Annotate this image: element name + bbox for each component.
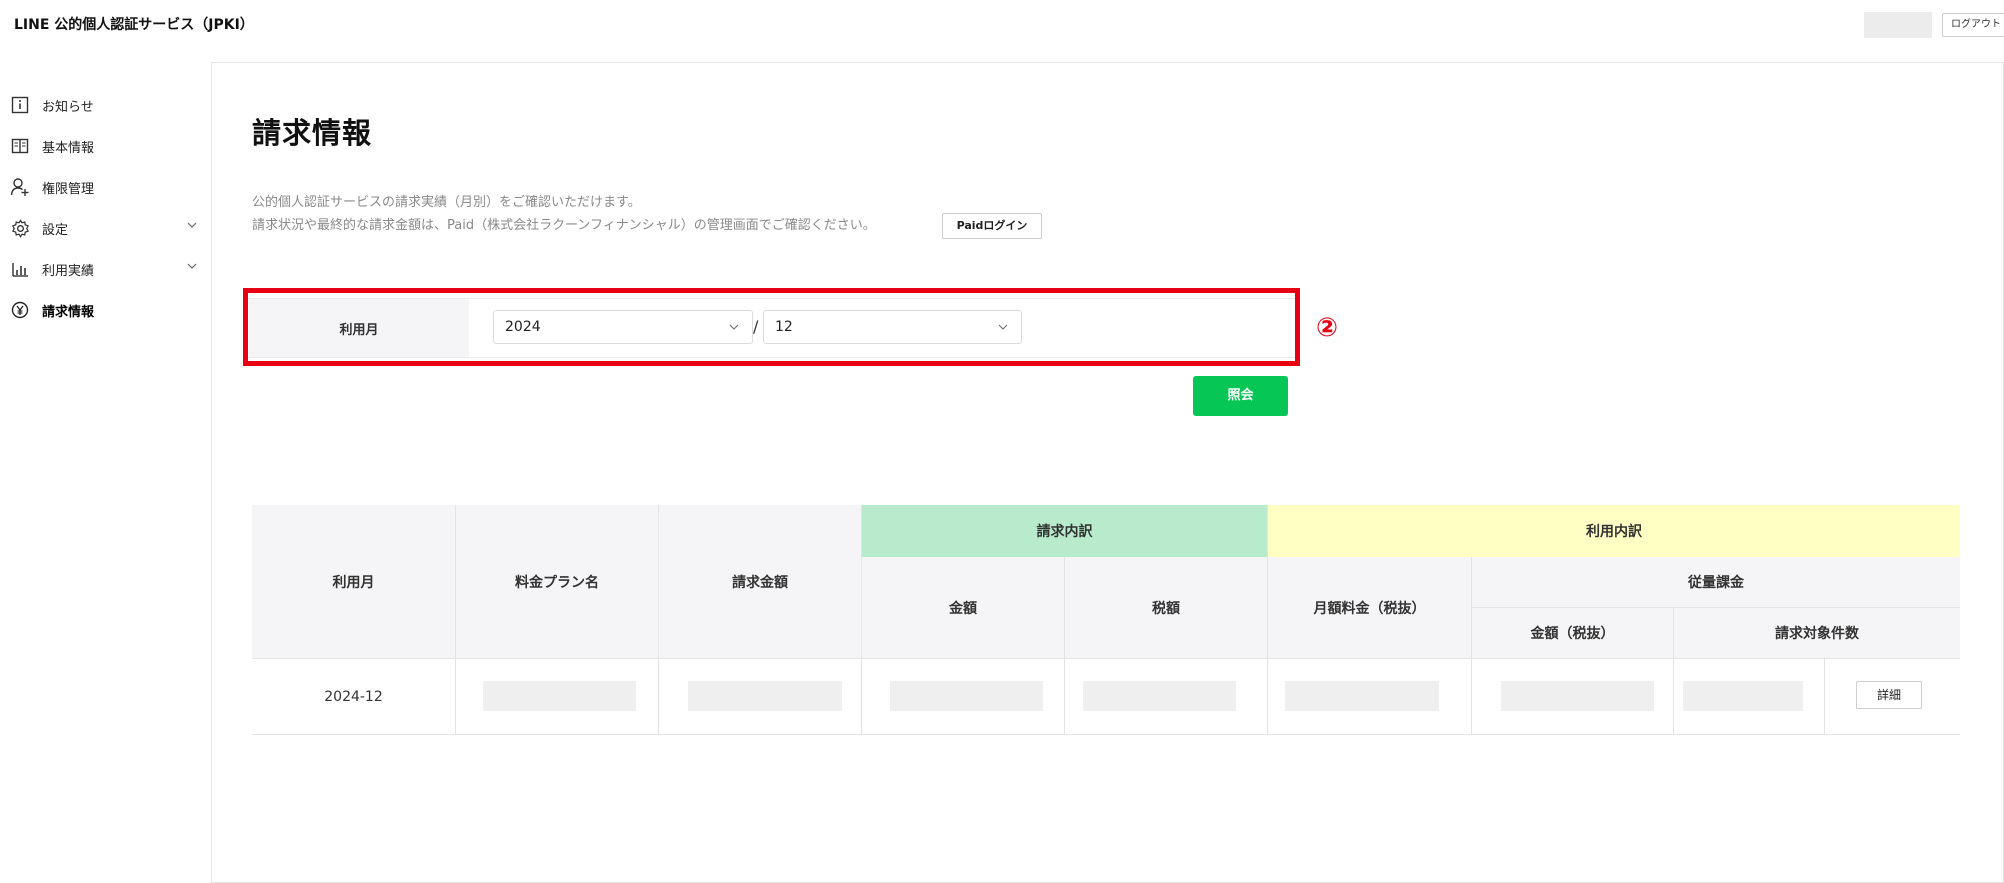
book-icon — [10, 136, 30, 156]
sidebar-item-label: 権限管理 — [42, 181, 95, 197]
sidebar-item-label: 基本情報 — [42, 140, 95, 156]
redacted-value — [483, 681, 636, 711]
th-billing-breakdown: 請求内訳 — [862, 505, 1268, 557]
th-monthly-fee: 月額料金（税抜） — [1268, 557, 1472, 659]
sidebar-item-billing[interactable]: 請求情報 — [10, 297, 200, 323]
th-usage-breakdown: 利用内訳 — [1268, 505, 1960, 557]
th-amount-excl-tax: 金額（税抜） — [1472, 608, 1674, 659]
th-usage-month: 利用月 — [252, 505, 456, 659]
redacted-value — [890, 681, 1043, 711]
sidebar-item-usage[interactable]: 利用実績 — [10, 256, 200, 282]
search-button[interactable]: 照会 — [1193, 376, 1288, 416]
sidebar-item-label: 請求情報 — [42, 304, 95, 320]
top-header: LINE 公的個人認証サービス（JPKI） ログアウト — [0, 0, 2004, 63]
sidebar-item-news[interactable]: お知らせ — [10, 92, 200, 118]
gear-icon — [10, 218, 30, 238]
page-title: 請求情報 — [252, 116, 373, 150]
th-amount: 金額 — [862, 557, 1065, 659]
sidebar-item-label: 利用実績 — [42, 263, 95, 279]
redacted-value — [688, 681, 842, 711]
paid-login-button[interactable]: Paidログイン — [942, 213, 1042, 239]
app-title: LINE 公的個人認証サービス（JPKI） — [14, 17, 254, 33]
th-metered-billing: 従量課金 — [1472, 557, 1960, 608]
th-billing-amount: 請求金額 — [659, 505, 862, 659]
info-icon — [10, 95, 30, 115]
annotation-number: ② — [1316, 313, 1339, 343]
description-line-2: 請求状況や最終的な請求金額は、Paid（株式会社ラクーンフィナンシャル）の管理画… — [252, 218, 876, 233]
user-account-placeholder[interactable] — [1864, 12, 1932, 38]
redacted-value — [1683, 681, 1803, 711]
detail-button[interactable]: 詳細 — [1856, 681, 1922, 709]
table-row-usage-month: 2024-12 — [252, 659, 456, 735]
sidebar: お知らせ 基本情報 権限管理 設定 利用実績 請求情報 — [0, 62, 212, 883]
sidebar-item-permissions[interactable]: 権限管理 — [10, 174, 200, 200]
bar-chart-icon — [10, 259, 30, 279]
chevron-down-icon — [186, 260, 198, 276]
th-tax: 税額 — [1065, 557, 1268, 659]
user-add-icon — [10, 177, 30, 197]
annotation-highlight-box — [243, 288, 1300, 366]
sidebar-item-label: お知らせ — [42, 99, 94, 115]
sidebar-item-basic-info[interactable]: 基本情報 — [10, 133, 200, 159]
chevron-down-icon — [186, 219, 198, 235]
yen-icon — [10, 300, 30, 320]
redacted-value — [1083, 681, 1236, 711]
redacted-value — [1285, 681, 1439, 711]
description-line-1: 公的個人認証サービスの請求実績（月別）をご確認いただけます。 — [252, 195, 641, 210]
sidebar-item-settings[interactable]: 設定 — [10, 215, 200, 241]
sidebar-item-label: 設定 — [42, 222, 69, 238]
logout-button[interactable]: ログアウト — [1942, 13, 2004, 37]
redacted-value — [1501, 681, 1654, 711]
th-plan-name: 料金プラン名 — [456, 505, 659, 659]
th-billable-count: 請求対象件数 — [1674, 608, 1960, 659]
